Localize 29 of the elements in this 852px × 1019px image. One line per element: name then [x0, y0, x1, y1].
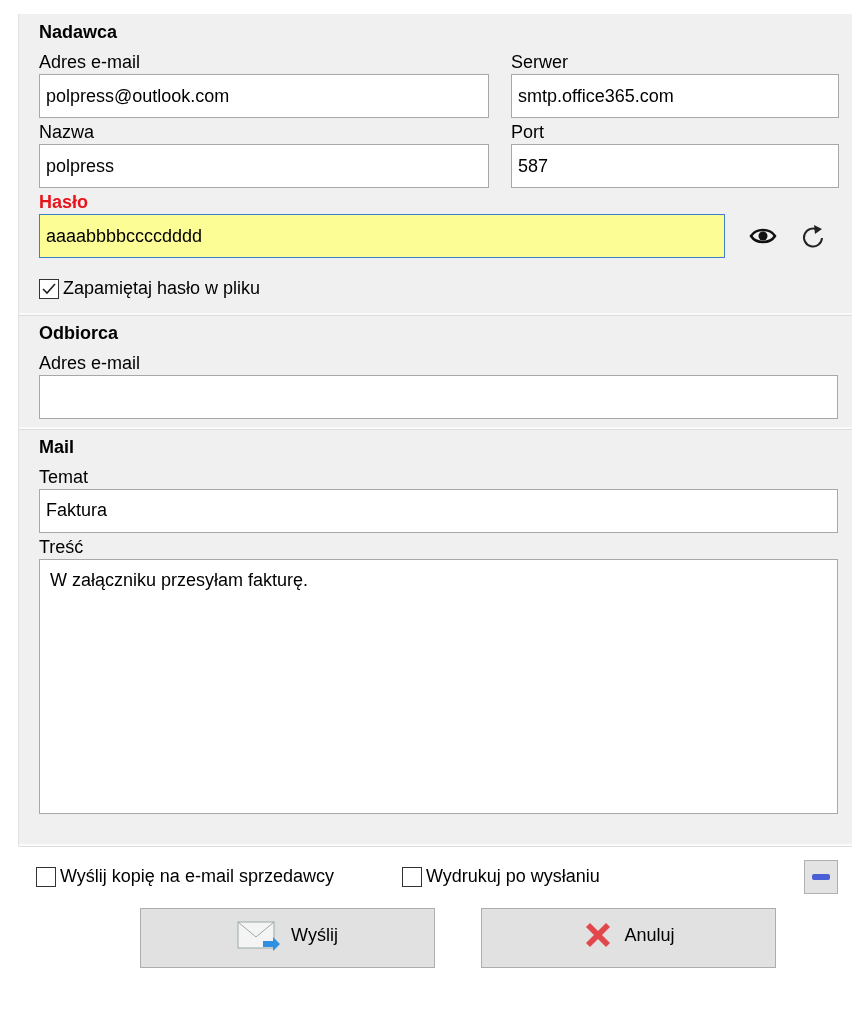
envelope-icon	[237, 919, 282, 951]
message-field[interactable]: W załączniku przesyłam fakturę.	[39, 558, 838, 814]
eye-icon[interactable]	[749, 227, 777, 245]
name-field[interactable]: polpress	[39, 144, 489, 188]
minus-icon	[812, 873, 830, 880]
field-label: Port	[511, 122, 545, 144]
field-label: Nazwa	[39, 122, 96, 144]
cancel-button[interactable]: Anuluj	[481, 907, 776, 968]
section-title: Mail	[39, 436, 75, 459]
recipient-email-field[interactable]	[39, 374, 838, 419]
email-field[interactable]: polpress@outlook.com	[39, 74, 489, 118]
checkbox-box[interactable]	[39, 278, 59, 299]
field-label: Adres e-mail	[39, 52, 142, 74]
field-label: Temat	[39, 466, 90, 489]
subject-field[interactable]: Faktura	[39, 488, 838, 533]
field-label: Hasło	[39, 192, 90, 214]
checkbox-box[interactable]	[36, 866, 56, 887]
field-label: Adres e-mail	[39, 352, 142, 375]
checkbox-box[interactable]	[401, 866, 422, 887]
field-label: Serwer	[511, 52, 569, 74]
collapse-button[interactable]	[804, 859, 838, 894]
field-label: Treść	[39, 536, 85, 559]
send-button[interactable]: Wyślij	[140, 907, 435, 968]
server-field[interactable]: smtp.office365.com	[511, 74, 839, 118]
refresh-icon[interactable]	[801, 223, 825, 249]
port-field[interactable]: 587	[511, 144, 839, 188]
password-field[interactable]: aaaabbbbccccdddd	[39, 214, 725, 258]
section-title: Nadawca	[39, 22, 119, 44]
section-title: Odbiorca	[39, 322, 119, 345]
